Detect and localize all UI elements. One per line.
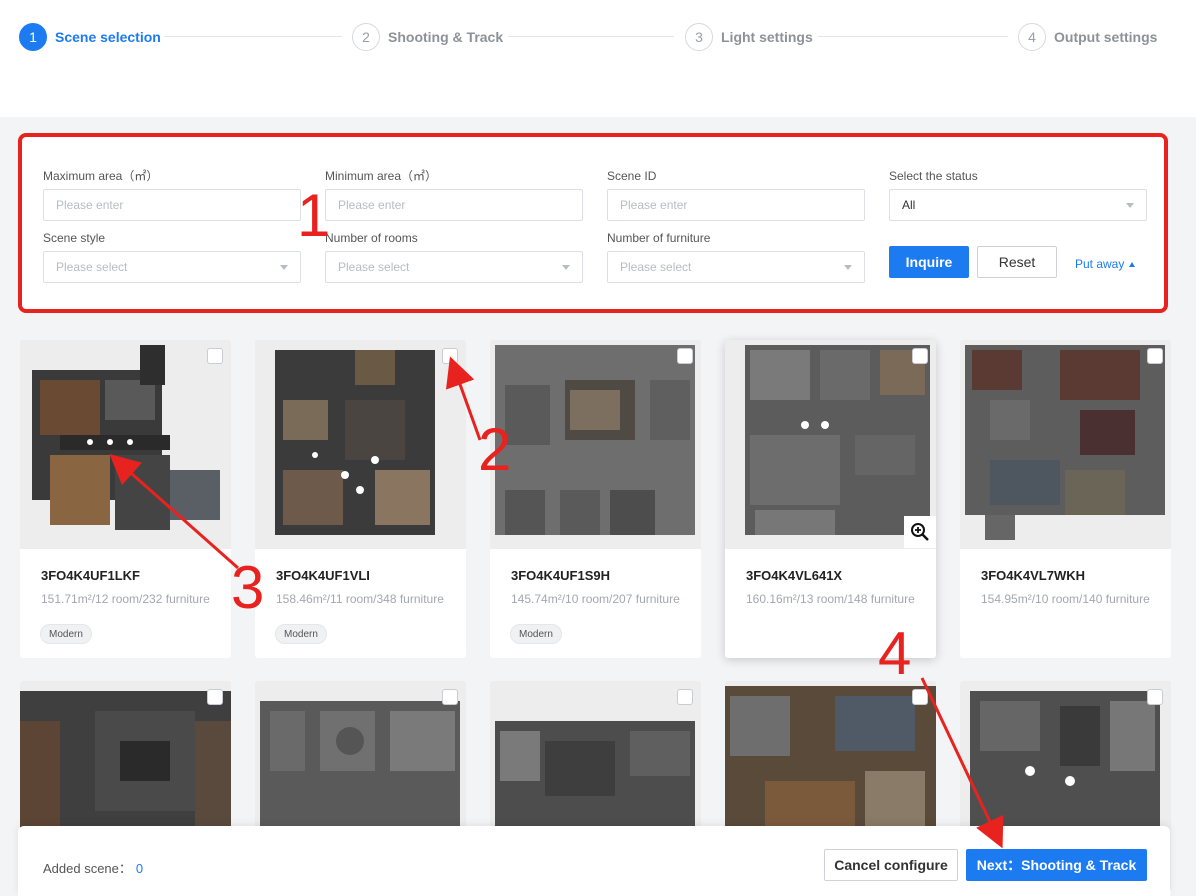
step-light-settings[interactable]: 3 Light settings	[685, 23, 813, 51]
style-select[interactable]: Please select	[43, 251, 301, 283]
select-checkbox[interactable]	[207, 689, 223, 705]
style-tag: Modern	[510, 624, 562, 644]
next-step-button[interactable]: Next：Shooting & Track	[966, 849, 1147, 881]
annotation-label-2: 2	[478, 416, 512, 483]
select-checkbox[interactable]	[677, 348, 693, 364]
scene-id: 3FO4K4UF1LKF	[41, 568, 140, 583]
cancel-configure-button[interactable]: Cancel configure	[824, 849, 958, 881]
rooms-placeholder: Please select	[338, 260, 410, 274]
step-connector	[818, 36, 1008, 37]
scene-meta: 151.71m²/12 room/232 furniture	[41, 592, 210, 606]
select-checkbox[interactable]	[442, 348, 458, 364]
furniture-select[interactable]: Please select	[607, 251, 865, 283]
furniture-placeholder: Please select	[620, 260, 692, 274]
scene-id-label: Scene ID	[607, 169, 657, 183]
floorplan-thumbnail	[960, 340, 1171, 549]
step-label: Shooting & Track	[388, 29, 504, 45]
floorplan-thumbnail	[490, 340, 701, 549]
annotation-label-3: 3	[231, 554, 265, 621]
stepper: 1 Scene selection 2 Shooting & Track 3 L…	[0, 0, 1196, 117]
style-tag: Modern	[275, 624, 327, 644]
select-checkbox[interactable]	[677, 689, 693, 705]
step-output-settings[interactable]: 4 Output settings	[1018, 23, 1157, 51]
step-number: 1	[19, 23, 47, 51]
reset-button[interactable]: Reset	[977, 246, 1057, 278]
floorplan-thumbnail	[20, 340, 231, 549]
step-label: Scene selection	[55, 29, 161, 45]
put-away-label: Put away	[1075, 257, 1125, 271]
scene-card[interactable]: 3FO4K4VL7WKH 154.95m²/10 room/140 furnit…	[960, 340, 1171, 658]
step-number: 3	[685, 23, 713, 51]
style-placeholder: Please select	[56, 260, 128, 274]
scene-id: 3FO4K4UF1VLI	[276, 568, 370, 583]
style-tag: Modern	[40, 624, 92, 644]
put-away-toggle[interactable]: Put away	[1075, 257, 1136, 271]
scene-card[interactable]: 3FO4K4UF1VLI 158.46m²/11 room/348 furnit…	[255, 340, 466, 658]
step-number: 2	[352, 23, 380, 51]
rooms-label: Number of rooms	[325, 231, 418, 245]
status-select[interactable]: All	[889, 189, 1147, 221]
min-area-label: Minimum area（㎡）	[325, 169, 438, 183]
status-value: All	[902, 198, 916, 212]
scene-card[interactable]: 3FO4K4UF1S9H 145.74m²/10 room/207 furnit…	[490, 340, 701, 658]
chevron-down-icon	[562, 265, 570, 270]
bottom-action-bar: Added scene： 0 Cancel configure Next：Shoo…	[18, 826, 1170, 896]
scene-meta: 154.95m²/10 room/140 furniture	[981, 592, 1150, 606]
scene-id-input[interactable]: Please enter	[607, 189, 865, 221]
status-label: Select the status	[889, 169, 978, 183]
step-shooting-track[interactable]: 2 Shooting & Track	[352, 23, 503, 51]
annotation-label-1: 1	[297, 182, 331, 249]
step-label: Output settings	[1054, 29, 1158, 45]
inquire-button[interactable]: Inquire	[889, 246, 969, 278]
min-area-input[interactable]: Please enter	[325, 189, 583, 221]
max-area-input[interactable]: Please enter	[43, 189, 301, 221]
floorplan-thumbnail	[725, 340, 936, 549]
status-field: Select the status All	[889, 168, 1147, 221]
step-connector	[508, 36, 674, 37]
added-scene-label: Added scene：	[43, 861, 132, 876]
step-scene-selection[interactable]: 1 Scene selection	[19, 23, 161, 51]
max-area-field: Maximum area（㎡） Please enter	[43, 168, 301, 221]
style-label: Scene style	[43, 231, 106, 245]
zoom-in-icon[interactable]	[904, 516, 936, 548]
added-scene-count: 0	[135, 861, 144, 876]
scene-id-field: Scene ID Please enter	[607, 168, 865, 221]
added-scene-summary: Added scene： 0	[43, 858, 143, 877]
select-checkbox[interactable]	[912, 348, 928, 364]
rooms-field: Number of rooms Please select	[325, 230, 583, 283]
min-area-field: Minimum area（㎡） Please enter	[325, 168, 583, 221]
style-field: Scene style Please select	[43, 230, 301, 283]
scene-id: 3FO4K4VL641X	[746, 568, 843, 583]
chevron-up-icon	[1129, 261, 1136, 267]
chevron-down-icon	[844, 265, 852, 270]
scene-card[interactable]: 3FO4K4VL641X 160.16m²/13 room/148 furnit…	[725, 340, 936, 658]
max-area-label: Maximum area（㎡）	[43, 169, 159, 183]
rooms-select[interactable]: Please select	[325, 251, 583, 283]
select-checkbox[interactable]	[442, 689, 458, 705]
furniture-field: Number of furniture Please select	[607, 230, 865, 283]
select-checkbox[interactable]	[1147, 348, 1163, 364]
scene-id: 3FO4K4VL7WKH	[981, 568, 1086, 583]
scene-meta: 145.74m²/10 room/207 furniture	[511, 592, 680, 606]
step-number: 4	[1018, 23, 1046, 51]
filter-panel: Maximum area（㎡） Please enter Minimum are…	[18, 133, 1168, 313]
scene-id: 3FO4K4UF1S9H	[511, 568, 610, 583]
step-connector	[164, 36, 342, 37]
select-checkbox[interactable]	[1147, 689, 1163, 705]
step-label: Light settings	[721, 29, 813, 45]
chevron-down-icon	[1126, 203, 1134, 208]
scene-meta: 160.16m²/13 room/148 furniture	[746, 592, 915, 606]
floorplan-thumbnail	[255, 340, 466, 549]
chevron-down-icon	[280, 265, 288, 270]
furniture-label: Number of furniture	[607, 231, 711, 245]
annotation-label-4: 4	[878, 620, 912, 687]
select-checkbox[interactable]	[912, 689, 928, 705]
scene-card[interactable]: 3FO4K4UF1LKF 151.71m²/12 room/232 furnit…	[20, 340, 231, 658]
scene-meta: 158.46m²/11 room/348 furniture	[276, 592, 444, 606]
select-checkbox[interactable]	[207, 348, 223, 364]
